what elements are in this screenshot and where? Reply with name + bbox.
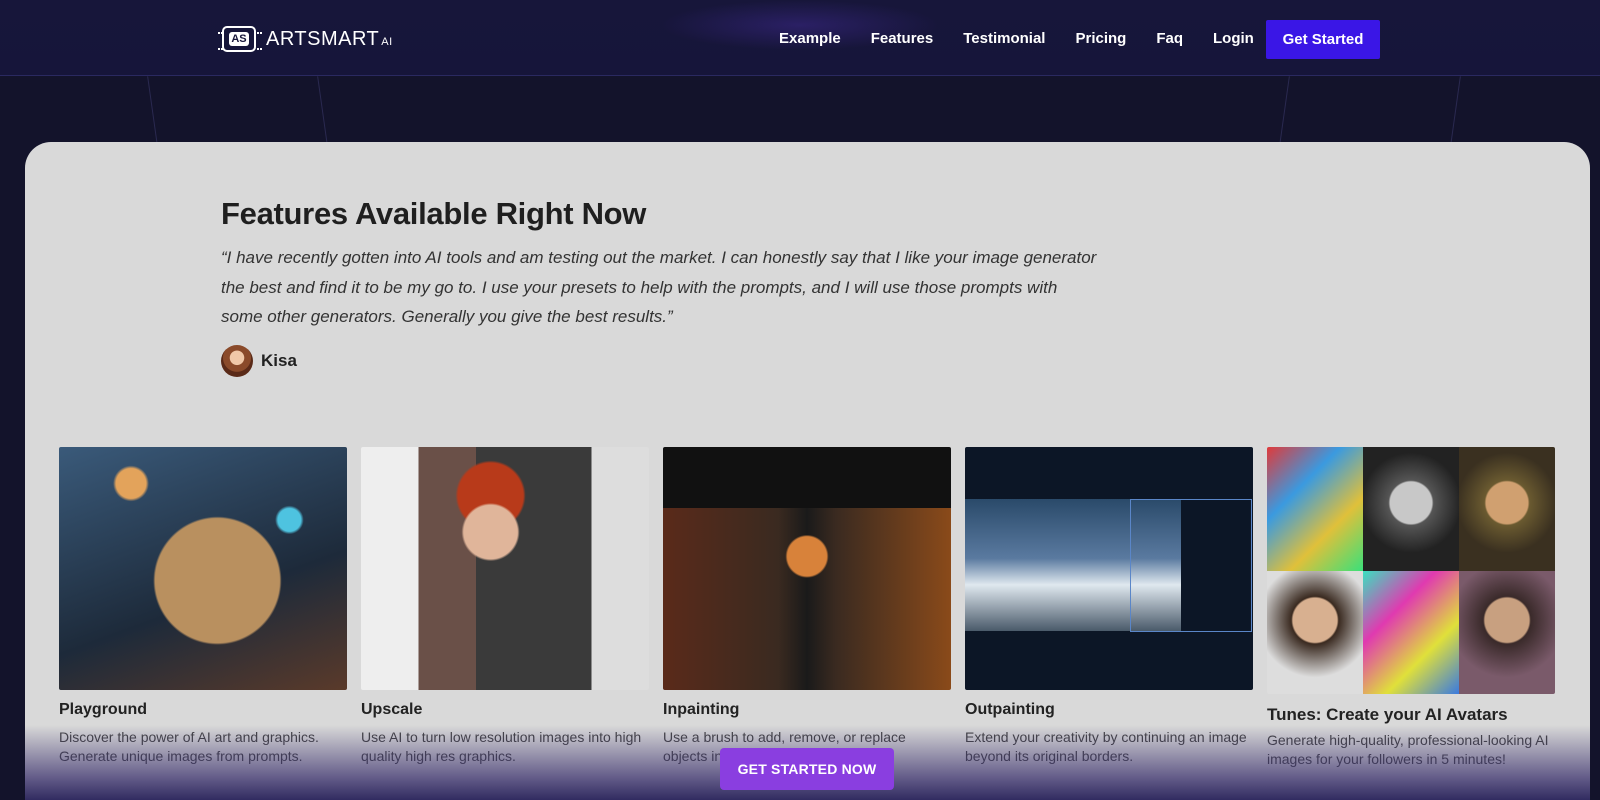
outpaint-frame: [1130, 499, 1252, 632]
testimonial-quote: “I have recently gotten into AI tools an…: [221, 248, 1097, 326]
feature-card-outpainting[interactable]: Outpainting Extend your creativity by co…: [965, 447, 1253, 766]
card-title: Upscale: [361, 701, 423, 718]
nav-features[interactable]: Features: [871, 30, 934, 47]
avatars-grid: [1267, 447, 1555, 694]
nav-login[interactable]: Login: [1213, 30, 1254, 47]
feature-card-inpainting[interactable]: Inpainting Use a brush to add, remove, o…: [663, 447, 951, 766]
avatar-tile: [1267, 447, 1363, 571]
testimonial-author: Kisa: [221, 345, 297, 377]
avatar-tile: [1363, 570, 1459, 694]
playground-image: [59, 447, 347, 690]
nav-faq[interactable]: Faq: [1156, 30, 1183, 47]
outpainting-image: [965, 447, 1253, 690]
upscale-image: [361, 447, 649, 690]
get-started-now-button[interactable]: GET STARTED NOW: [720, 748, 894, 790]
card-title: Outpainting: [965, 701, 1055, 718]
avatar-tile: [1459, 570, 1555, 694]
decorative-line: [317, 76, 328, 146]
logo-text: ARTSMART AI: [266, 27, 393, 50]
card-description: Use AI to turn low resolution images int…: [361, 729, 642, 764]
card-description: Generate high-quality, professional-look…: [1267, 732, 1549, 767]
avatar: [221, 345, 253, 377]
nav-testimonial[interactable]: Testimonial: [963, 30, 1045, 47]
top-navbar: AS ARTSMART AI Example Features Testimoni…: [0, 0, 1600, 76]
decorative-line: [1450, 76, 1461, 146]
get-started-button[interactable]: Get Started: [1266, 20, 1380, 59]
logo-icon: AS: [218, 26, 260, 52]
nav-pricing[interactable]: Pricing: [1075, 30, 1126, 47]
avatar-tile: [1363, 447, 1459, 571]
nav-example[interactable]: Example: [779, 30, 841, 47]
logo[interactable]: AS ARTSMART AI: [218, 26, 393, 52]
main-nav: Example Features Testimonial Pricing Faq…: [779, 0, 1284, 76]
card-title: Playground: [59, 701, 148, 718]
feature-card-upscale[interactable]: Upscale Use AI to turn low resolution im…: [361, 447, 649, 766]
avatar-tile: [1267, 570, 1363, 694]
author-name: Kisa: [261, 351, 297, 370]
section-heading: Features Available Right Now: [221, 196, 647, 231]
avatar-tile: [1459, 447, 1555, 571]
card-title: Tunes: Create your AI Avatars: [1267, 705, 1508, 724]
feature-card-tunes[interactable]: Tunes: Create your AI Avatars Generate h…: [1267, 447, 1555, 769]
card-title: Inpainting: [663, 701, 740, 718]
decorative-line: [1279, 76, 1290, 146]
feature-card-playground[interactable]: Playground Discover the power of AI art …: [59, 447, 347, 766]
card-description: Extend your creativity by continuing an …: [965, 729, 1247, 764]
inpainting-image: [663, 447, 951, 690]
decorative-line: [147, 76, 158, 146]
card-description: Discover the power of AI art and graphic…: [59, 729, 319, 764]
